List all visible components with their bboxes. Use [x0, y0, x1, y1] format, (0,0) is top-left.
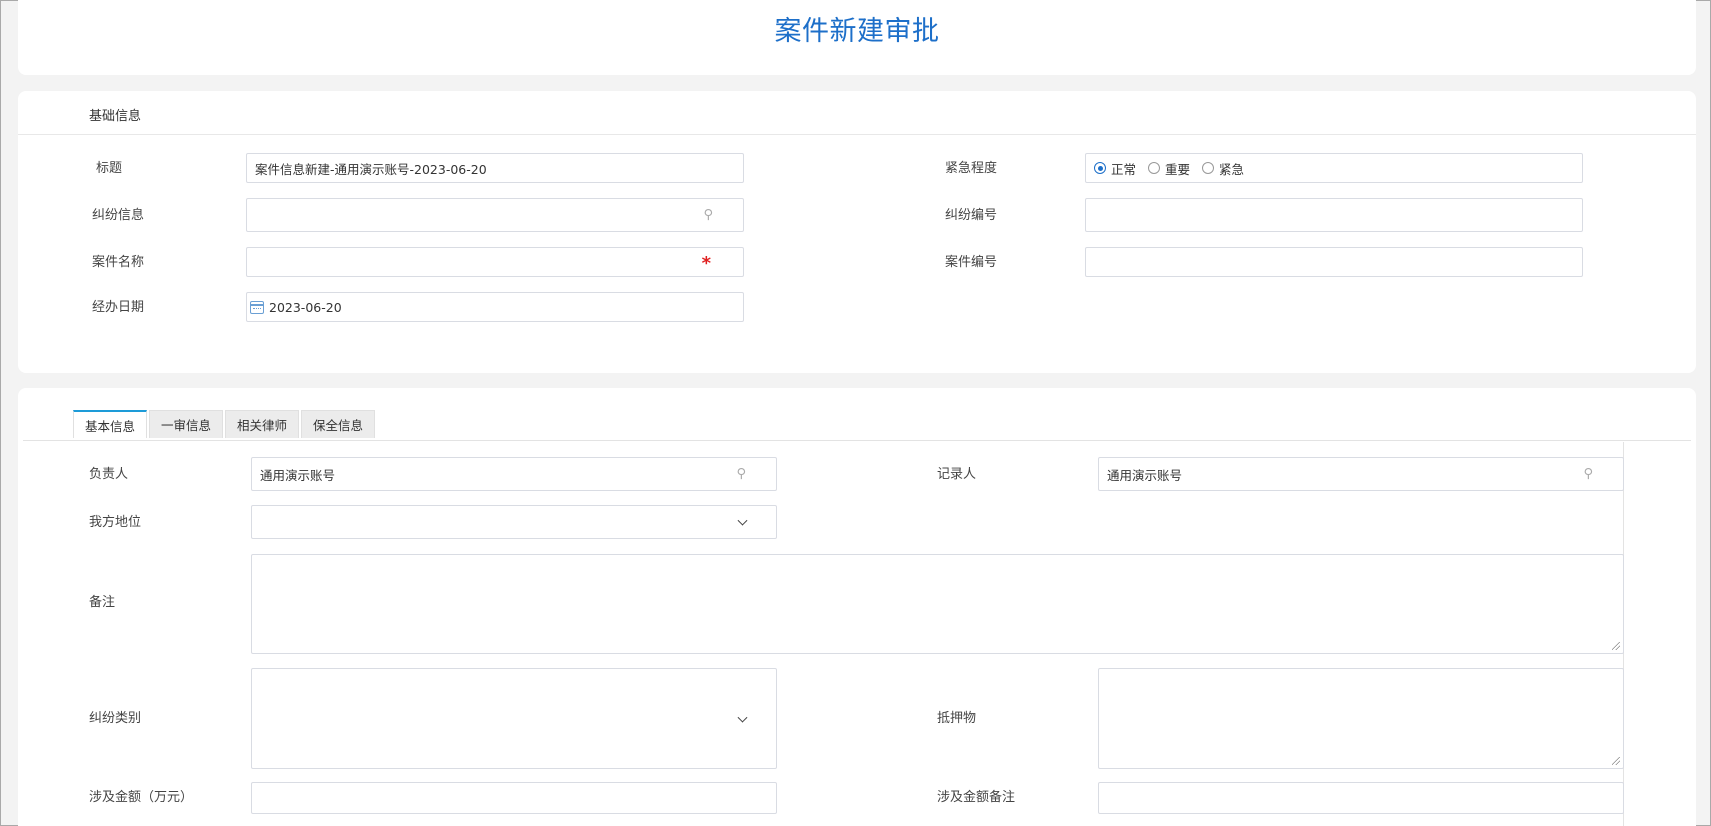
- owner-value: 通用演示账号: [260, 467, 336, 483]
- dispute-type-select[interactable]: [251, 668, 777, 769]
- title-label: 标题: [96, 161, 123, 176]
- required-marker: *: [701, 253, 711, 274]
- handle-date-value: 2023-06-20: [269, 299, 342, 315]
- urgency-radio-group: 正常 重要 紧急: [1085, 153, 1583, 183]
- collateral-textarea[interactable]: [1098, 668, 1624, 769]
- amount-remark-label: 涉及金额备注: [937, 790, 1016, 805]
- tab-related-lawyers[interactable]: 相关律师: [225, 410, 300, 438]
- recorder-value: 通用演示账号: [1107, 467, 1183, 483]
- section-title-basic: 基础信息: [89, 109, 142, 124]
- case-name-input[interactable]: *: [246, 247, 744, 277]
- chevron-down-icon: [737, 515, 748, 526]
- dispute-info-label: 纠纷信息: [92, 208, 145, 223]
- urgency-option-normal[interactable]: 正常: [1094, 159, 1136, 178]
- owner-input[interactable]: 通用演示账号 ⚲: [251, 457, 777, 491]
- calendar-icon[interactable]: [250, 300, 264, 314]
- resize-handle-icon[interactable]: [1612, 757, 1620, 765]
- title-input-value: 案件信息新建-通用演示账号-2023-06-20: [255, 161, 487, 177]
- case-no-label: 案件编号: [945, 255, 998, 270]
- radio-selected-icon: [1094, 162, 1106, 174]
- our-position-label: 我方地位: [89, 515, 142, 530]
- handle-date-input[interactable]: 2023-06-20: [246, 292, 744, 322]
- search-icon[interactable]: ⚲: [1583, 467, 1593, 482]
- recorder-label: 记录人: [937, 467, 977, 482]
- radio-icon: [1148, 162, 1161, 174]
- tab-preservation[interactable]: 保全信息: [301, 410, 376, 438]
- amount-label: 涉及金额（万元）: [89, 790, 194, 805]
- urgency-option-urgent[interactable]: 紧急: [1202, 159, 1244, 178]
- section-divider: [18, 134, 1696, 135]
- tab-divider: [23, 440, 1691, 441]
- remark-label: 备注: [89, 595, 116, 610]
- recorder-input[interactable]: 通用演示账号 ⚲: [1098, 457, 1624, 491]
- tab-basic-info[interactable]: 基本信息: [73, 410, 148, 438]
- case-name-label: 案件名称: [92, 255, 145, 270]
- dispute-info-input[interactable]: ⚲: [246, 198, 744, 232]
- chevron-down-icon: [737, 712, 748, 723]
- page-title: 案件新建审批: [774, 16, 940, 47]
- resize-handle-icon[interactable]: [1612, 642, 1620, 650]
- handle-date-label: 经办日期: [92, 300, 145, 315]
- owner-label: 负责人: [89, 467, 129, 482]
- tab-first-instance[interactable]: 一审信息: [149, 410, 224, 438]
- detail-card: 基本信息 一审信息 相关律师 保全信息 负责人 通用演示账号 ⚲ 记录人 通用演…: [18, 388, 1696, 826]
- dispute-no-label: 纠纷编号: [945, 208, 998, 223]
- tab-bar: 基本信息 一审信息 相关律师 保全信息: [73, 410, 377, 438]
- remark-textarea[interactable]: [251, 554, 1624, 654]
- search-icon[interactable]: ⚲: [703, 208, 713, 223]
- header-card: 案件新建审批: [18, 0, 1696, 75]
- amount-remark-input[interactable]: [1098, 782, 1624, 814]
- basic-info-card: 基础信息 标题 案件信息新建-通用演示账号-2023-06-20 紧急程度 正常…: [18, 91, 1696, 373]
- dispute-type-label: 纠纷类别: [89, 711, 142, 726]
- radio-icon: [1202, 162, 1215, 174]
- title-input[interactable]: 案件信息新建-通用演示账号-2023-06-20: [246, 153, 744, 183]
- dispute-no-input[interactable]: [1085, 198, 1583, 232]
- amount-input[interactable]: [251, 782, 777, 814]
- collateral-label: 抵押物: [937, 711, 977, 726]
- case-no-input[interactable]: [1085, 247, 1583, 277]
- urgency-option-important[interactable]: 重要: [1148, 159, 1190, 178]
- urgency-label: 紧急程度: [945, 161, 998, 176]
- search-icon[interactable]: ⚲: [736, 467, 746, 482]
- our-position-select[interactable]: [251, 505, 777, 539]
